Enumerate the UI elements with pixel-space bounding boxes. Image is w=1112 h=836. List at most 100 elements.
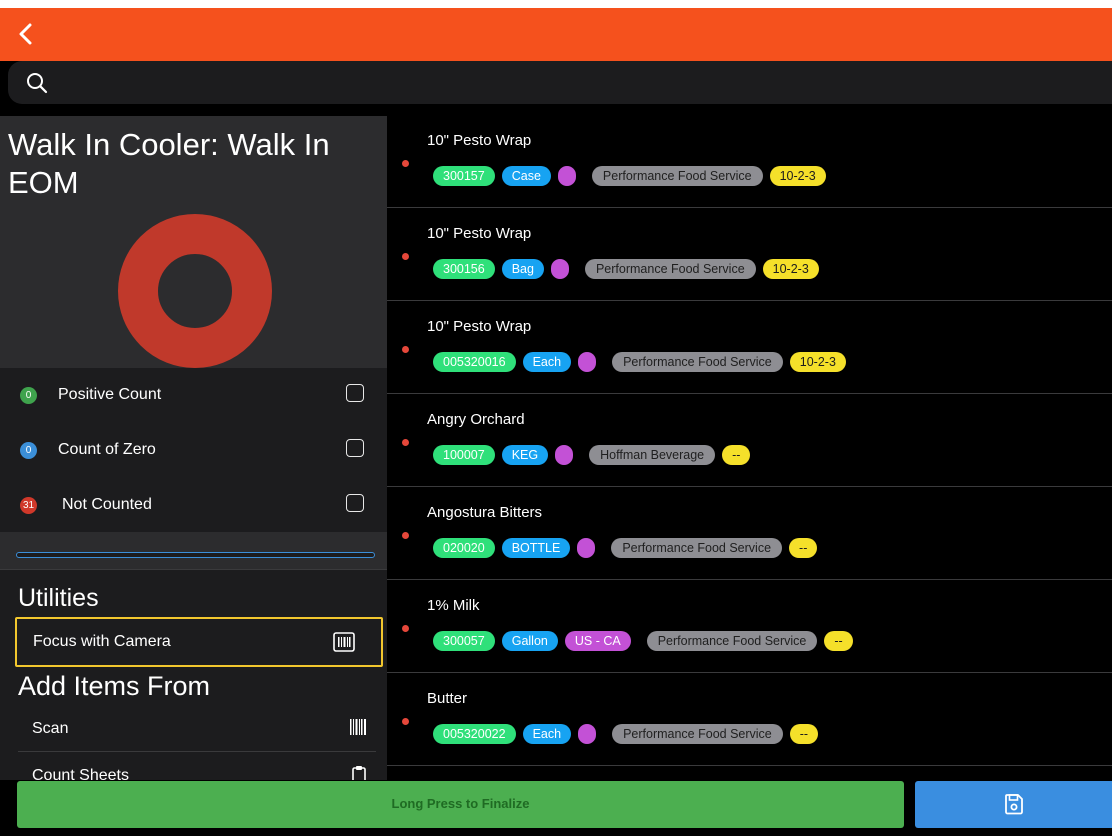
count-of-zero-badge: 0 — [20, 442, 37, 459]
item-location-chip: -- — [722, 445, 751, 465]
item-code-chip: 020020 — [433, 538, 495, 558]
item-name: 10" Pesto Wrap — [427, 225, 532, 242]
search-bar[interactable] — [8, 61, 1112, 104]
item-vendor-chip: Hoffman Beverage — [589, 445, 716, 465]
item-vendor-chip: Performance Food Service — [612, 352, 783, 372]
count-of-zero-checkbox[interactable] — [346, 439, 364, 457]
count-progress-bar — [16, 552, 375, 558]
finalize-label: Long Press to Finalize — [391, 796, 530, 811]
item-category-chip — [578, 352, 597, 372]
item-code-chip: 300157 — [433, 166, 495, 186]
item-tags: 300156 Bag Performance Food Service 10-2-3 — [433, 259, 819, 279]
save-button[interactable] — [915, 781, 1112, 828]
item-code-chip: 005320016 — [433, 352, 516, 372]
not-counted-badge: 31 — [20, 497, 37, 514]
not-counted-indicator — [402, 532, 409, 539]
item-category-chip — [578, 724, 597, 744]
inventory-item-row[interactable]: Angostura Bitters 020020 BOTTLE Performance… — [387, 488, 1112, 580]
not-counted-checkbox[interactable] — [346, 494, 364, 512]
item-code-chip: 300156 — [433, 259, 495, 279]
item-vendor-chip: Performance Food Service — [591, 166, 763, 186]
item-category-chip: US - CA — [564, 631, 631, 651]
not-counted-indicator — [402, 439, 409, 446]
count-of-zero-label: Count of Zero — [58, 441, 156, 458]
item-tags: 005320016 Each Performance Food Service 10-… — [433, 352, 846, 372]
item-category-chip — [550, 259, 569, 279]
not-counted-indicator — [402, 253, 409, 260]
legend-not-counted: 31 Not Counted — [0, 478, 387, 532]
item-name: 10" Pesto Wrap — [427, 318, 532, 335]
top-bar — [0, 8, 1112, 61]
not-counted-indicator — [402, 346, 409, 353]
app-window: Walk In Cooler: Walk In EOM 0 Positive C… — [0, 8, 1112, 836]
left-panel: Walk In Cooler: Walk In EOM 0 Positive C… — [0, 116, 387, 780]
item-unit-chip: Bag — [501, 259, 544, 279]
not-counted-label: Not Counted — [62, 496, 152, 513]
add-from-scan[interactable]: Scan — [18, 705, 376, 752]
barcode-icon — [350, 719, 366, 735]
add-items-heading: Add Items From — [18, 671, 211, 701]
item-category-chip — [577, 538, 596, 558]
inventory-item-row[interactable]: Angry Orchard 100007 KEG Hoffman Beverage -- — [387, 395, 1112, 487]
scan-label: Scan — [32, 720, 69, 737]
item-code-chip: 100007 — [433, 445, 495, 465]
positive-count-badge: 0 — [20, 387, 37, 404]
progress-section — [0, 532, 387, 569]
barcode-scan-frame-icon — [333, 632, 355, 652]
positive-count-checkbox[interactable] — [346, 384, 364, 402]
inventory-item-row[interactable]: 10" Pesto Wrap 300156 Bag Performance Food … — [387, 209, 1112, 301]
item-category-chip — [557, 166, 576, 186]
page-title: Walk In Cooler: Walk In EOM — [8, 127, 330, 200]
item-unit-chip: Each — [522, 724, 572, 744]
item-location-chip: 10-2-3 — [762, 259, 819, 279]
clipboard-icon — [352, 766, 366, 780]
item-code-chip: 005320022 — [433, 724, 516, 744]
focus-with-camera-button[interactable]: Focus with Camera — [15, 617, 383, 667]
item-vendor-chip: Performance Food Service — [584, 259, 756, 279]
item-vendor-chip: Performance Food Service — [646, 631, 818, 651]
item-tags: 300057 Gallon US - CA Performance Food Serv… — [433, 631, 853, 651]
item-list[interactable]: 10" Pesto Wrap 300157 Case Performance Food… — [387, 116, 1112, 780]
count-status-donut — [118, 214, 272, 368]
not-counted-indicator — [402, 160, 409, 167]
save-icon — [1005, 794, 1023, 815]
item-location-chip: -- — [824, 631, 853, 651]
inventory-item-row[interactable]: 10" Pesto Wrap 300157 Case Performance Food… — [387, 116, 1112, 208]
not-counted-indicator — [402, 718, 409, 725]
inventory-item-row[interactable]: 1% Milk 300057 Gallon US - CA Performance Fo… — [387, 581, 1112, 673]
item-name: Angostura Bitters — [427, 504, 543, 521]
item-tags: 020020 BOTTLE Performance Food Service -- — [433, 538, 818, 558]
item-unit-chip: Each — [522, 352, 572, 372]
item-tags: 100007 KEG Hoffman Beverage -- — [433, 445, 751, 465]
search-icon[interactable] — [25, 71, 49, 95]
inventory-item-row[interactable]: Butter 005320022 Each Performance Food Serv… — [387, 674, 1112, 766]
focus-with-camera-label: Focus with Camera — [33, 633, 171, 650]
item-location-chip: -- — [789, 538, 818, 558]
item-unit-chip: Case — [501, 166, 551, 186]
item-name: Butter — [427, 690, 468, 707]
count-sheets-label: Count Sheets — [32, 767, 129, 780]
item-code-chip: 300057 — [433, 631, 495, 651]
item-unit-chip: BOTTLE — [501, 538, 571, 558]
add-from-count-sheets[interactable]: Count Sheets — [18, 752, 376, 780]
utilities-heading: Utilities — [18, 584, 99, 612]
item-name: Angry Orchard — [427, 411, 525, 428]
item-vendor-chip: Performance Food Service — [612, 724, 783, 744]
legend-count-of-zero: 0 Count of Zero — [0, 423, 387, 477]
chevron-left-icon — [19, 23, 32, 45]
not-counted-indicator — [402, 625, 409, 632]
item-vendor-chip: Performance Food Service — [611, 538, 783, 558]
item-category-chip — [555, 445, 574, 465]
item-unit-chip: Gallon — [501, 631, 558, 651]
item-unit-chip: KEG — [501, 445, 549, 465]
item-tags: 005320022 Each Performance Food Service -- — [433, 724, 819, 744]
positive-count-label: Positive Count — [58, 386, 162, 403]
item-location-chip: 10-2-3 — [789, 352, 846, 372]
back-button[interactable] — [14, 20, 38, 48]
inventory-item-row[interactable]: 10" Pesto Wrap 005320016 Each Performance F… — [387, 302, 1112, 394]
divider — [0, 569, 387, 570]
item-name: 10" Pesto Wrap — [427, 132, 532, 149]
finalize-button[interactable]: Long Press to Finalize — [17, 781, 904, 828]
item-location-chip: -- — [789, 724, 819, 744]
item-location-chip: 10-2-3 — [769, 166, 826, 186]
